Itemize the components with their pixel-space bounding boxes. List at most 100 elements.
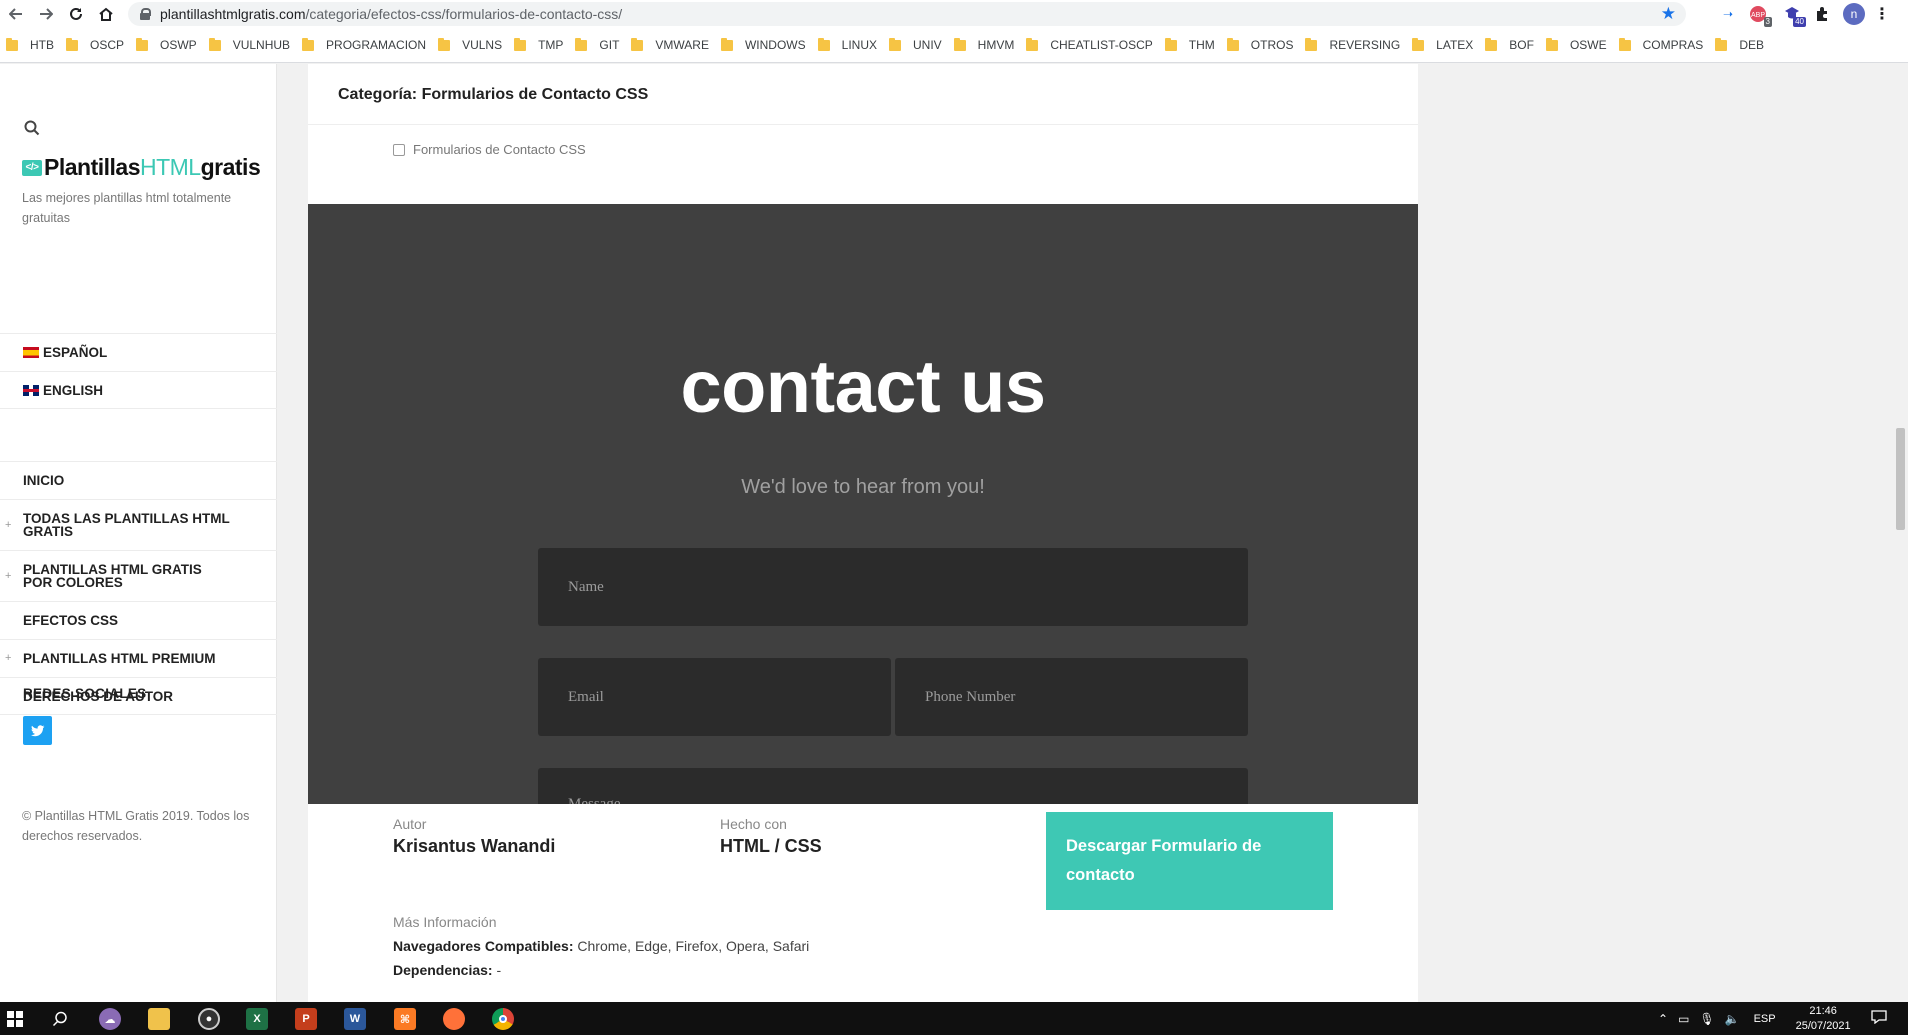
bookmark-folder[interactable]: COMPRAS [1618, 33, 1716, 57]
menu-label: TODAS LAS PLANTILLAS HTML GRATIS [23, 511, 230, 539]
folder-icon [631, 37, 644, 51]
profile-avatar[interactable]: n [1843, 3, 1865, 25]
message-field[interactable]: Message [538, 768, 1248, 804]
clock[interactable]: 21:46 25/07/2021 [1796, 1004, 1851, 1034]
language-english[interactable]: ENGLISH [0, 371, 277, 409]
home-icon[interactable] [94, 2, 118, 26]
excel-icon[interactable]: X [246, 1008, 268, 1030]
bookmark-folder[interactable]: HTB [6, 33, 66, 57]
bookmark-folder[interactable]: OSWP [136, 33, 209, 57]
powerpoint-icon[interactable]: P [295, 1008, 317, 1030]
bookmark-folder[interactable]: VULNS [438, 33, 514, 57]
browser-toolbar: plantillashtmlgratis.com/categoria/efect… [0, 0, 1908, 28]
bookmark-folder[interactable]: LINUX [817, 33, 889, 57]
firefox-icon[interactable] [443, 1008, 465, 1030]
xampp-icon[interactable]: ⌘ [394, 1008, 416, 1030]
author-value: Krisantus Wanandi [393, 836, 556, 856]
download-button[interactable]: Descargar Formulario de contacto [1046, 812, 1333, 910]
bookmark-label: WINDOWS [744, 38, 806, 52]
puzzle-icon[interactable] [1812, 4, 1832, 24]
menu-label: INICIO [23, 473, 65, 488]
notification-icon[interactable] [1871, 1010, 1887, 1027]
system-tray: ⌃ ▭ 🎙 🔈 ESP 21:46 25/07/2021 [1658, 1002, 1887, 1035]
bookmark-folder[interactable]: PROGRAMACION [302, 33, 438, 57]
scrollbar-thumb[interactable] [1896, 428, 1905, 530]
more-menu-icon[interactable]: ⋮ [1872, 4, 1892, 24]
microphone-icon[interactable]: 🎙 [1699, 1012, 1714, 1026]
windows-start-icon[interactable] [4, 1008, 26, 1030]
forward-icon[interactable] [34, 2, 58, 26]
page-scrollbar[interactable] [1893, 64, 1908, 1002]
bookmark-label: COMPRAS [1642, 38, 1704, 52]
folder-icon [1485, 37, 1498, 51]
search-icon[interactable] [49, 1008, 71, 1030]
menu-item-inicio[interactable]: INICIO [0, 461, 277, 499]
input-language[interactable]: ESP [1754, 1013, 1776, 1025]
expand-plus-icon[interactable]: + [5, 652, 11, 665]
copyright-text: © Plantillas HTML Gratis 2019. Todos los… [22, 809, 250, 843]
bookmark-folder[interactable]: DEB [1715, 33, 1776, 57]
email-field[interactable]: Email [538, 658, 891, 736]
bookmark-folder[interactable]: OTROS [1226, 33, 1306, 57]
media-player-icon[interactable]: ● [198, 1008, 220, 1030]
author-label: Autor [393, 816, 427, 832]
uk-flag-icon [23, 384, 39, 396]
bookmark-folder[interactable]: UNIV [888, 33, 954, 57]
sidebar: </> Plantillas HTML gratis Las mejores pla… [0, 64, 277, 1002]
bookmark-folder[interactable]: CHEATLIST-OSCP [1026, 33, 1164, 57]
network-icon[interactable]: ▭ [1678, 1012, 1689, 1026]
bookmark-label: HMVM [977, 38, 1015, 52]
category-link[interactable]: Formularios de Contacto CSS [393, 142, 586, 157]
menu-item-efectos-css[interactable]: EFECTOS CSS [0, 601, 277, 639]
bookmark-folder[interactable]: OSWE [1545, 33, 1619, 57]
forward-extension-icon[interactable]: ➝ [1718, 4, 1738, 24]
reload-icon[interactable] [64, 2, 88, 26]
site-tagline: Las mejores plantillas html totalmente g… [22, 191, 232, 225]
name-field[interactable]: Name [538, 548, 1248, 626]
template-preview: contact us We'd love to hear from you! N… [308, 204, 1418, 804]
back-icon[interactable] [4, 2, 28, 26]
chevron-up-icon[interactable]: ⌃ [1658, 1012, 1668, 1026]
adblock-extension-icon[interactable]: ABP 3 [1748, 4, 1772, 27]
menu-item-todas-plantillas[interactable]: + TODAS LAS PLANTILLAS HTML GRATIS [0, 499, 277, 550]
folder-icon [1026, 37, 1039, 51]
bookmark-folder[interactable]: OSCP [66, 33, 136, 57]
menu-item-plantillas-colores[interactable]: + PLANTILLAS HTML GRATIS POR COLORES [0, 550, 277, 601]
bookmark-star-icon[interactable]: ★ [1661, 4, 1676, 24]
bookmark-folder[interactable]: LATEX [1412, 33, 1485, 57]
expand-plus-icon[interactable]: + [5, 519, 11, 532]
main-content: Categoría: Formularios de Contacto CSS F… [308, 64, 1418, 1002]
folder-icon [1715, 37, 1728, 51]
search-icon[interactable] [24, 120, 40, 136]
twitter-button[interactable] [23, 716, 52, 745]
bookmark-folder[interactable]: BOF [1485, 33, 1546, 57]
bookmark-label: OSWE [1569, 38, 1607, 52]
app-cloud-icon[interactable]: ☁ [99, 1008, 121, 1030]
field-placeholder: Phone Number [925, 688, 1016, 705]
menu-item-plantillas-premium[interactable]: + PLANTILLAS HTML PREMIUM [0, 639, 277, 677]
expand-plus-icon[interactable]: + [5, 570, 11, 583]
bookmark-folder[interactable]: WINDOWS [720, 33, 818, 57]
folder-icon [514, 37, 527, 51]
bookmark-folder[interactable]: GIT [575, 33, 631, 57]
address-bar[interactable]: plantillashtmlgratis.com/categoria/efect… [128, 2, 1686, 26]
phone-field[interactable]: Phone Number [895, 658, 1248, 736]
bookmark-folder[interactable]: VULNHUB [208, 33, 302, 57]
file-explorer-icon[interactable] [148, 1008, 170, 1030]
chrome-icon[interactable] [492, 1008, 514, 1030]
extension-badge: 40 [1793, 17, 1806, 27]
bookmark-folder[interactable]: REVERSING [1305, 33, 1412, 57]
word-icon[interactable]: W [344, 1008, 366, 1030]
logo-text-tail: gratis [200, 154, 261, 180]
code-icon: </> [22, 159, 42, 176]
site-logo[interactable]: </> Plantillas HTML gratis [22, 154, 261, 181]
bookmark-folder[interactable]: TMP [514, 33, 575, 57]
dependencies-label: Dependencias: [393, 962, 493, 978]
bookmark-folder[interactable]: VMWARE [631, 33, 721, 57]
language-spanish[interactable]: ESPAÑOL [0, 333, 277, 371]
language-label: ESPAÑOL [43, 345, 108, 360]
volume-icon[interactable]: 🔈 [1725, 1012, 1740, 1026]
shield-extension-icon[interactable]: 40 [1782, 4, 1806, 27]
bookmark-folder[interactable]: THM [1164, 33, 1227, 57]
bookmark-folder[interactable]: HMVM [953, 33, 1027, 57]
